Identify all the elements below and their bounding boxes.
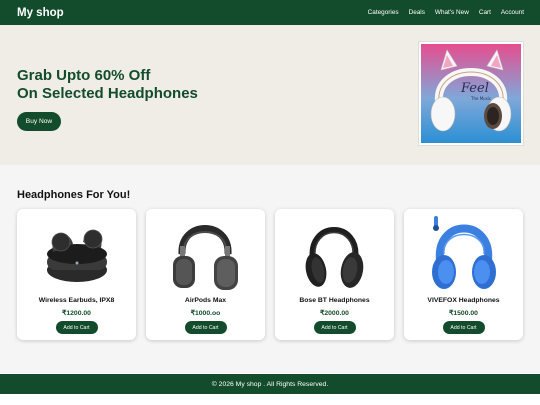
product-card[interactable]: Bose BT Headphones ₹2000.00 Add to Cart [275,209,394,340]
add-to-cart-button[interactable]: Add to Cart [55,321,98,334]
nav-deals[interactable]: Deals [409,9,425,16]
blue-headphones-image [426,214,501,294]
top-navbar: My shop Categories Deals What's New Cart… [0,0,540,25]
buy-now-button[interactable]: Buy Now [17,112,61,131]
nav-categories[interactable]: Categories [368,9,399,16]
earbuds-image [39,214,114,294]
footer: © 2026 My shop . All Rights Reserved. [0,374,540,394]
add-to-cart-button[interactable]: Add to Cart [313,321,356,334]
nav-account[interactable]: Account [501,9,524,16]
main-nav: Categories Deals What's New Cart Account [358,9,524,16]
add-to-cart-button[interactable]: Add to Cart [184,321,227,334]
product-name[interactable]: AirPods Max [146,297,265,304]
product-price: ₹1500.00 [449,310,478,317]
product-name[interactable]: Bose BT Headphones [275,297,394,304]
site-logo[interactable]: My shop [17,7,64,19]
add-to-cart-button[interactable]: Add to Cart [442,321,485,334]
hero-banner: Grab Upto 60% Off On Selected Headphones… [0,25,540,165]
hero-image-text: Feel [460,81,489,96]
nav-whats-new[interactable]: What's New [435,9,469,16]
hero-product-image: Feel The Music [418,41,524,146]
white-cat-ear-headphones-image: Feel The Music [421,44,521,143]
product-price: ₹1000.oo [190,310,221,317]
product-card[interactable]: Wireless Earbuds, IPX8 ₹1200.00 Add to C… [17,209,136,340]
product-price: ₹2000.00 [320,310,349,317]
product-price: ₹1200.00 [62,310,91,317]
airpods-max-image [168,214,243,294]
product-name[interactable]: Wireless Earbuds, IPX8 [17,297,136,304]
product-card[interactable]: AirPods Max ₹1000.oo Add to Cart [146,209,265,340]
section-title: Headphones For You! [17,189,131,201]
hero-title-line2: On Selected Headphones [17,85,198,102]
page: My shop Categories Deals What's New Cart… [0,0,540,405]
bottom-strip [0,394,540,405]
product-name[interactable]: VIVEFOX Headphones [404,297,523,304]
product-card[interactable]: VIVEFOX Headphones ₹1500.00 Add to Cart [404,209,523,340]
products-section: Headphones For You! Wireless Earbuds, IP… [0,165,540,373]
hero-title-line1: Grab Upto 60% Off [17,67,151,84]
hero-image-subtext: The Music [470,96,491,101]
bose-headphones-image [297,214,372,294]
nav-cart[interactable]: Cart [479,9,491,16]
hero-title: Grab Upto 60% Off On Selected Headphones [17,67,198,103]
footer-copyright: © 2026 My shop . All Rights Reserved. [211,380,329,388]
